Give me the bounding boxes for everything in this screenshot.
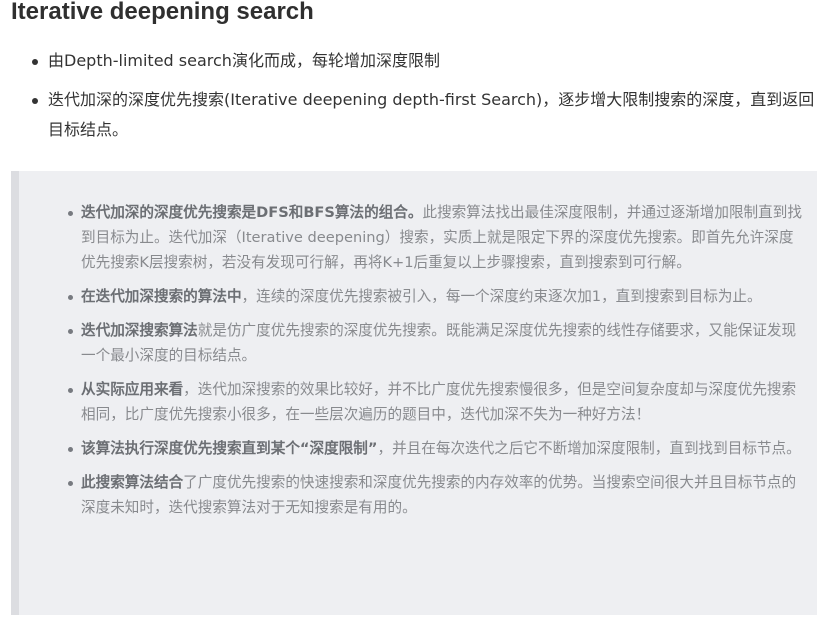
- quote-item: 迭代加深搜索算法就是仿广度优先搜索的深度优先搜索。既能满足深度优先搜索的线性存储…: [67, 318, 805, 368]
- quote-item-text: 了广度优先搜索的快速搜索和深度优先搜索的内存效率的优势。当搜索空间很大并且目标节…: [81, 474, 797, 516]
- quote-item: 此搜索算法结合了广度优先搜索的快速搜索和深度优先搜索的内存效率的优势。当搜索空间…: [67, 470, 805, 520]
- quote-item: 从实际应用来看，迭代加深搜索的效果比较好，并不比广度优先搜索慢很多，但是空间复杂…: [67, 377, 805, 427]
- quote-item-text: ，连续的深度优先搜索被引入，每一个深度约束逐次加1，直到搜索到目标为止。: [241, 288, 762, 305]
- quote-item-text: ，并且在每次迭代之后它不断增加深度限制，直到找到目标节点。: [377, 440, 801, 457]
- quote-item-bold: 从实际应用来看: [81, 381, 184, 398]
- quote-item-bold: 迭代加深的深度优先搜索是DFS和BFS算法的组合。: [81, 204, 423, 221]
- page: Iterative deepening search 由Depth-limite…: [0, 0, 825, 620]
- quote-list: 迭代加深的深度优先搜索是DFS和BFS算法的组合。此搜索算法找出最佳深度限制，并…: [67, 200, 805, 529]
- quote-item-bold: 迭代加深搜索算法: [81, 322, 198, 339]
- quote-item: 在迭代加深搜索的算法中，连续的深度优先搜索被引入，每一个深度约束逐次加1，直到搜…: [67, 284, 805, 309]
- quote-item-bold: 在迭代加深搜索的算法中: [81, 288, 242, 305]
- blockquote: 迭代加深的深度优先搜索是DFS和BFS算法的组合。此搜索算法找出最佳深度限制，并…: [11, 171, 817, 615]
- intro-item: 由Depth-limited search演化而成，每轮增加深度限制: [30, 46, 820, 76]
- quote-item-text: ，迭代加深搜索的效果比较好，并不比广度优先搜索慢很多，但是空间复杂度却与深度优先…: [81, 381, 797, 423]
- intro-list: 由Depth-limited search演化而成，每轮增加深度限制 迭代加深的…: [30, 46, 820, 154]
- quote-item: 迭代加深的深度优先搜索是DFS和BFS算法的组合。此搜索算法找出最佳深度限制，并…: [67, 200, 805, 275]
- quote-item: 该算法执行深度优先搜索直到某个“深度限制”，并且在每次迭代之后它不断增加深度限制…: [67, 436, 805, 461]
- page-title: Iterative deepening search: [11, 0, 314, 25]
- quote-item-bold: 该算法执行深度优先搜索直到某个“深度限制”: [81, 440, 378, 457]
- quote-item-bold: 此搜索算法结合: [81, 474, 184, 491]
- intro-item: 迭代加深的深度优先搜索(Iterative deepening depth-fi…: [30, 85, 820, 145]
